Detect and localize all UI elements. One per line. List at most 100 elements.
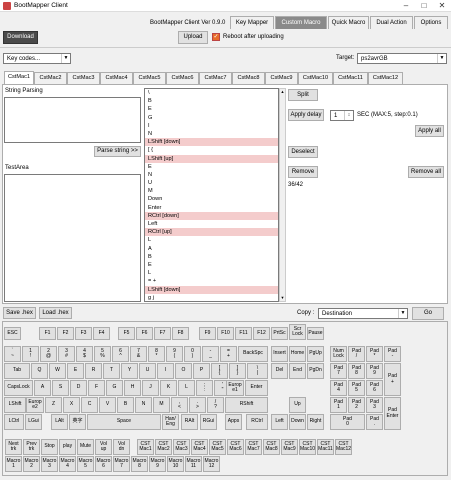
list-item[interactable]: N bbox=[145, 130, 278, 138]
scroll-down-icon[interactable]: ▼ bbox=[280, 295, 285, 301]
macro-list-scrollbar[interactable]: ▲ ▼ bbox=[279, 88, 286, 302]
key-macro-11[interactable]: Macro 11 bbox=[185, 456, 202, 472]
key-prtsc[interactable]: PrtSc bbox=[271, 327, 288, 340]
key--[interactable]: . > bbox=[189, 397, 206, 413]
key-space[interactable]: Space bbox=[87, 414, 161, 430]
key-ralt[interactable]: RAlt bbox=[181, 414, 198, 430]
list-item[interactable]: E bbox=[145, 163, 278, 171]
key--[interactable]: \ | bbox=[247, 363, 268, 379]
key-f12[interactable]: F12 bbox=[253, 327, 270, 340]
key-macro-2[interactable]: Macro 2 bbox=[23, 456, 40, 472]
key--[interactable]: ; : bbox=[196, 380, 213, 396]
key-pad-enter[interactable]: Pad Enter bbox=[384, 397, 401, 430]
remove-button[interactable]: Remove bbox=[288, 166, 318, 178]
list-item[interactable]: = + bbox=[145, 277, 278, 285]
key-capslock[interactable]: CapsLock bbox=[4, 380, 33, 396]
list-item[interactable]: RCtrl [down] bbox=[145, 211, 278, 220]
list-item[interactable]: M bbox=[145, 187, 278, 195]
key-pad-[interactable]: Pad * bbox=[366, 346, 383, 362]
key-up[interactable]: Up bbox=[289, 397, 306, 413]
key--[interactable]: , < bbox=[171, 397, 188, 413]
list-item[interactable]: [ { bbox=[145, 146, 278, 154]
list-item[interactable]: LShift [up] bbox=[145, 154, 278, 163]
key-6-[interactable]: 6 ^ bbox=[112, 346, 129, 362]
list-item[interactable]: E bbox=[145, 261, 278, 269]
key-5-[interactable]: 5 % bbox=[94, 346, 111, 362]
key-macro-7[interactable]: Macro 7 bbox=[113, 456, 130, 472]
load-hex-button[interactable]: Load .hex bbox=[39, 307, 72, 319]
key-cst-mac6[interactable]: CST Mac6 bbox=[227, 439, 244, 455]
key-left[interactable]: Left bbox=[271, 414, 288, 430]
key-f8[interactable]: F8 bbox=[172, 327, 189, 340]
tab-options[interactable]: Options bbox=[414, 16, 448, 29]
key-cst-mac1[interactable]: CST Mac1 bbox=[137, 439, 154, 455]
keycodes-select[interactable]: Key codes... ▼ bbox=[3, 53, 71, 64]
key-macro-12[interactable]: Macro 12 bbox=[203, 456, 220, 472]
macro-tab-10[interactable]: CstMac10 bbox=[298, 72, 333, 84]
key-f6[interactable]: F6 bbox=[136, 327, 153, 340]
macro-tab-3[interactable]: CstMac3 bbox=[67, 72, 100, 84]
key-o[interactable]: O bbox=[175, 363, 192, 379]
target-select[interactable]: ps2avrGB ▼ bbox=[357, 53, 447, 64]
key-cst-mac7[interactable]: CST Mac7 bbox=[245, 439, 262, 455]
key-p[interactable]: P bbox=[193, 363, 210, 379]
list-item[interactable]: RCtrl [up] bbox=[145, 228, 278, 237]
key-f1[interactable]: F1 bbox=[39, 327, 56, 340]
key-lgui[interactable]: LGui bbox=[25, 414, 42, 430]
key-f4[interactable]: F4 bbox=[93, 327, 110, 340]
split-button[interactable]: Split bbox=[288, 89, 318, 101]
tab-key-mapper[interactable]: Key Mapper bbox=[230, 16, 274, 29]
key-rctrl[interactable]: RCtrl bbox=[246, 414, 268, 430]
key-t[interactable]: T bbox=[103, 363, 120, 379]
key-y[interactable]: Y bbox=[121, 363, 138, 379]
key-f[interactable]: F bbox=[88, 380, 105, 396]
key-4-[interactable]: 4 $ bbox=[76, 346, 93, 362]
key-play[interactable]: play bbox=[59, 439, 76, 455]
key-f11[interactable]: F11 bbox=[235, 327, 252, 340]
key-pgdn[interactable]: PgDn bbox=[307, 363, 324, 379]
key-v[interactable]: V bbox=[99, 397, 116, 413]
key---[interactable]: - _ bbox=[202, 346, 219, 362]
key-prev-trk[interactable]: Prev trk bbox=[23, 439, 40, 455]
key-cst-mac9[interactable]: CST Mac9 bbox=[281, 439, 298, 455]
minimize-icon[interactable]: – bbox=[397, 0, 415, 12]
key-2-[interactable]: 2 @ bbox=[40, 346, 57, 362]
key-europ-e2[interactable]: Europ e2 bbox=[26, 397, 44, 413]
scroll-up-icon[interactable]: ▲ bbox=[280, 89, 285, 95]
macro-tab-9[interactable]: CstMac9 bbox=[265, 72, 298, 84]
key-macro-3[interactable]: Macro 3 bbox=[41, 456, 58, 472]
list-item[interactable]: Enter bbox=[145, 204, 278, 212]
tab-dual-action[interactable]: Dual Action bbox=[370, 16, 413, 29]
key-right[interactable]: Right bbox=[307, 414, 324, 430]
key-0-[interactable]: 0 ) bbox=[184, 346, 201, 362]
key-pad-[interactable]: Pad . bbox=[366, 414, 383, 430]
key-r[interactable]: R bbox=[85, 363, 102, 379]
list-item[interactable]: G bbox=[145, 114, 278, 122]
tab-quick-macro[interactable]: Quick Macro bbox=[328, 16, 369, 29]
key-macro-9[interactable]: Macro 9 bbox=[149, 456, 166, 472]
macro-tab-4[interactable]: CstMac4 bbox=[100, 72, 133, 84]
key-f5[interactable]: F5 bbox=[118, 327, 135, 340]
macro-tab-6[interactable]: CstMac6 bbox=[166, 72, 199, 84]
key-pad-[interactable]: Pad + bbox=[384, 363, 401, 396]
go-button[interactable]: Go bbox=[412, 307, 444, 320]
macro-list[interactable]: \ B E G I N LShift [down][ {LShift [up] E N U M Dow… bbox=[144, 88, 279, 302]
list-item[interactable]: L bbox=[145, 236, 278, 244]
macro-tab-11[interactable]: CstMac11 bbox=[333, 72, 368, 84]
close-icon[interactable]: ✕ bbox=[433, 0, 451, 12]
list-item[interactable]: B bbox=[145, 253, 278, 261]
download-button[interactable]: Download bbox=[3, 31, 38, 44]
key-lshift[interactable]: LShift bbox=[4, 397, 26, 413]
tab-custom-macro[interactable]: Custom Macro bbox=[275, 16, 327, 29]
delay-spinner[interactable]: 1 ↕ bbox=[330, 110, 354, 121]
key-pgup[interactable]: PgUp bbox=[307, 346, 324, 362]
key-pad-1[interactable]: Pad 1 bbox=[330, 397, 347, 413]
key-lctrl[interactable]: LCtrl bbox=[4, 414, 24, 430]
key-pad-0[interactable]: Pad 0 bbox=[330, 414, 365, 430]
reboot-checkbox[interactable]: ✓ bbox=[212, 33, 220, 41]
apply-delay-button[interactable]: Apply delay bbox=[288, 109, 324, 121]
key-f9[interactable]: F9 bbox=[199, 327, 216, 340]
key-c[interactable]: C bbox=[81, 397, 98, 413]
list-item[interactable]: g j bbox=[145, 294, 278, 301]
key-cst-mac12[interactable]: CST Mac12 bbox=[335, 439, 352, 455]
